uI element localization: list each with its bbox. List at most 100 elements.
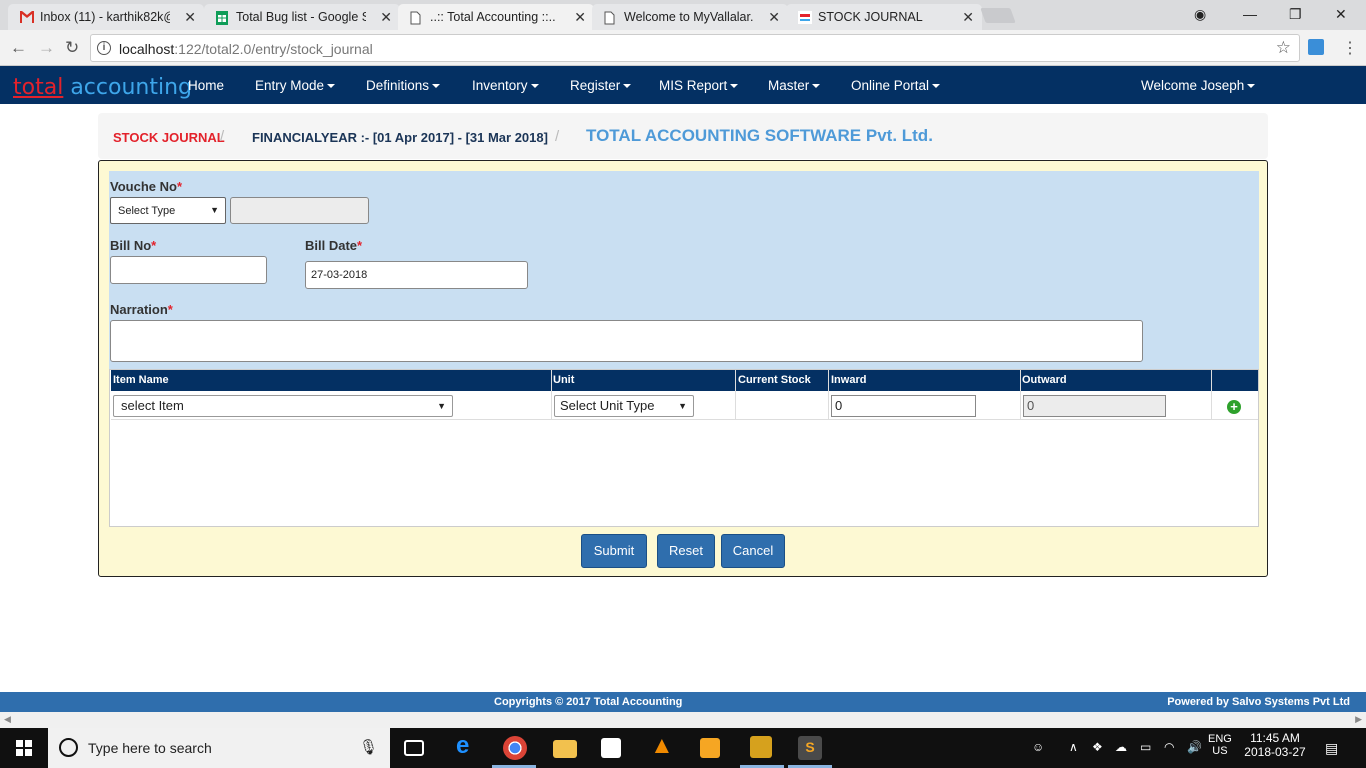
battery-icon[interactable]: ▭ [1140, 740, 1151, 754]
caret-down-icon [327, 84, 336, 89]
gmail-icon [20, 11, 34, 24]
unit-select[interactable]: Select Unit Type ▼ [554, 395, 694, 417]
browser-tab-bar: Inbox (11) - karthik82k@ ✕ Total Bug lis… [0, 0, 1366, 30]
tab-stock-journal[interactable]: STOCK JOURNAL ✕ [786, 4, 982, 30]
restore-icon[interactable]: ❐ [1289, 6, 1302, 23]
item-select[interactable]: select Item ▼ [113, 395, 453, 417]
back-arrow-icon[interactable]: ← [10, 38, 27, 58]
menu-definitions[interactable]: Definitions [366, 78, 441, 93]
dropdown-arrow-icon: ▼ [437, 401, 446, 411]
stock-journal-panel: Vouche No* Select Type ▼ Bill No* Bill Da… [98, 160, 1268, 577]
bill-no-input[interactable] [110, 256, 267, 284]
dropbox-icon[interactable]: ❖ [1092, 740, 1103, 754]
breadcrumb-page[interactable]: STOCK JOURNAL [113, 130, 225, 145]
scroll-left-icon[interactable]: ◀ [4, 714, 11, 725]
store-icon[interactable] [601, 738, 621, 758]
powered-by-text: Powered by Salvo Systems Pvt Ltd [1167, 696, 1350, 708]
chrome-icon[interactable] [503, 736, 527, 760]
close-icon[interactable]: ✕ [574, 9, 586, 26]
inward-input[interactable]: 0 [831, 395, 976, 417]
app-icon [798, 11, 812, 24]
tab-total-accounting[interactable]: ..:: Total Accounting ::.. ✕ [398, 4, 594, 30]
tab-label: Total Bug list - Google Sh [236, 10, 366, 24]
bookmark-star-icon[interactable]: ☆ [1276, 38, 1291, 58]
breadcrumb: STOCK JOURNAL / FINANCIALYEAR :- [01 Apr… [98, 113, 1268, 159]
voucher-no-input[interactable] [230, 197, 369, 224]
column-divider [1211, 370, 1212, 420]
menu-entry-mode[interactable]: Entry Mode [255, 78, 336, 93]
browser-menu-icon[interactable]: ⋮ [1342, 38, 1358, 58]
user-menu[interactable]: Welcome Joseph [1141, 78, 1256, 93]
url-input[interactable]: i localhost:122/total2.0/entry/stock_jou… [90, 34, 1300, 62]
notification-icon[interactable]: ▤ [1325, 740, 1338, 757]
app-navbar: total accounting Home Entry Mode Definit… [0, 66, 1366, 104]
tab-label: ..:: Total Accounting ::.. [430, 10, 556, 24]
microphone-icon[interactable]: 🎙 [359, 738, 378, 756]
taskbar-search-box[interactable]: Type here to search 🎙 [48, 728, 390, 768]
bill-no-label: Bill No* [110, 238, 157, 253]
tab-vallalar[interactable]: Welcome to MyVallalar.c ✕ [592, 4, 788, 30]
reload-icon[interactable]: ↻ [65, 38, 79, 58]
voucher-type-select[interactable]: Select Type ▼ [110, 197, 226, 224]
narration-textarea[interactable] [110, 320, 1143, 362]
cortana-icon [59, 738, 78, 757]
copyright-text: Copyrights © 2017 Total Accounting [494, 696, 683, 708]
tab-label: STOCK JOURNAL [818, 10, 923, 24]
tab-sheets[interactable]: Total Bug list - Google Sh ✕ [204, 4, 400, 30]
th-item-name: Item Name [113, 374, 169, 386]
scroll-right-icon[interactable]: ▶ [1355, 714, 1362, 725]
reset-button[interactable]: Reset [657, 534, 715, 568]
bill-date-input[interactable]: 27-03-2018 [305, 261, 528, 289]
people-icon[interactable]: ☺ [1032, 740, 1044, 754]
page-icon [410, 11, 424, 25]
media-player-icon[interactable] [700, 738, 720, 758]
outward-input[interactable]: 0 [1023, 395, 1166, 417]
menu-mis-report[interactable]: MIS Report [659, 78, 739, 93]
windows-taskbar: Type here to search 🎙 e ▲ S ☺ ∧ ❖ ☁ ▭ ◠ … [0, 728, 1366, 768]
brand-logo[interactable]: total accounting [13, 75, 192, 100]
vlc-icon[interactable]: ▲ [650, 732, 674, 759]
column-divider [828, 370, 829, 420]
close-icon[interactable]: ✕ [962, 9, 974, 26]
profile-icon[interactable]: ◉ [1194, 6, 1206, 23]
horizontal-scrollbar[interactable]: ◀ ▶ [0, 712, 1366, 728]
menu-inventory[interactable]: Inventory [472, 78, 539, 93]
info-icon[interactable]: i [97, 41, 111, 55]
system-clock[interactable]: 11:45 AM 2018-03-27 [1240, 731, 1310, 759]
wifi-icon[interactable]: ◠ [1164, 740, 1174, 754]
extension-icon[interactable] [1308, 39, 1324, 55]
volume-icon[interactable]: 🔊 [1187, 740, 1202, 754]
sublime-text-icon[interactable]: S [798, 736, 822, 760]
windows-start-icon[interactable] [16, 740, 32, 756]
chevron-up-icon[interactable]: ∧ [1069, 740, 1078, 754]
cancel-button[interactable]: Cancel [721, 534, 785, 568]
window-close-icon[interactable]: ✕ [1335, 6, 1347, 23]
tab-label: Inbox (11) - karthik82k@ [40, 10, 170, 24]
caret-down-icon [730, 84, 739, 89]
page-footer: Copyrights © 2017 Total Accounting Power… [0, 692, 1366, 712]
file-explorer-icon[interactable] [553, 740, 577, 758]
th-outward: Outward [1022, 374, 1067, 386]
tab-gmail[interactable]: Inbox (11) - karthik82k@ ✕ [8, 4, 204, 30]
close-icon[interactable]: ✕ [380, 9, 392, 26]
onedrive-icon[interactable]: ☁ [1115, 740, 1127, 754]
minimize-icon[interactable]: — [1243, 6, 1257, 22]
menu-register[interactable]: Register [570, 78, 632, 93]
submit-button[interactable]: Submit [581, 534, 647, 568]
close-icon[interactable]: ✕ [768, 9, 780, 26]
close-icon[interactable]: ✕ [184, 9, 196, 26]
form-header-section: Vouche No* Select Type ▼ Bill No* Bill Da… [109, 171, 1259, 369]
language-indicator[interactable]: ENG US [1208, 733, 1232, 757]
edge-icon[interactable]: e [456, 732, 480, 759]
url-text: localhost:122/total2.0/entry/stock_journ… [119, 41, 373, 57]
menu-home[interactable]: Home [188, 78, 224, 93]
add-row-icon[interactable]: + [1227, 400, 1241, 414]
tools-app-icon[interactable] [750, 736, 772, 758]
table-row [111, 419, 1258, 420]
new-tab-button[interactable] [980, 8, 1016, 23]
forward-arrow-icon[interactable]: → [38, 38, 55, 58]
caret-down-icon [432, 84, 441, 89]
menu-online-portal[interactable]: Online Portal [851, 78, 941, 93]
menu-master[interactable]: Master [768, 78, 821, 93]
task-view-icon[interactable] [404, 740, 424, 756]
